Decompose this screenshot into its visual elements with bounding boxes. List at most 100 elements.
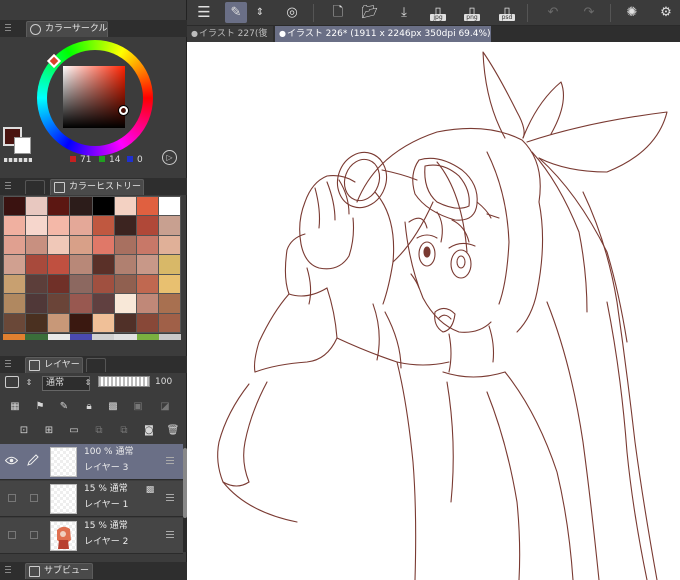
- history-swatch[interactable]: [114, 274, 136, 294]
- tab-color-history[interactable]: カラーヒストリー: [50, 179, 144, 195]
- saturation-value-square[interactable]: [63, 66, 125, 128]
- history-swatch[interactable]: [70, 313, 92, 332]
- history-strip-swatch[interactable]: [47, 334, 70, 340]
- create-mask-icon[interactable]: ◙: [142, 424, 156, 437]
- history-swatch[interactable]: [48, 274, 70, 294]
- edit-toggle[interactable]: [30, 531, 38, 539]
- new-folder-icon[interactable]: ▭: [67, 424, 81, 437]
- mask-enable-icon[interactable]: ▣: [131, 400, 145, 413]
- draft-layer-icon[interactable]: ✎: [57, 400, 71, 413]
- export-png-icon[interactable]: ▯ png: [461, 2, 483, 23]
- history-swatch[interactable]: [48, 216, 70, 235]
- layer-move-icon[interactable]: ✎: [225, 2, 247, 23]
- history-swatch[interactable]: [158, 313, 180, 332]
- history-swatch[interactable]: [136, 197, 158, 216]
- eye-icon[interactable]: [5, 456, 18, 465]
- history-swatch[interactable]: [26, 216, 48, 235]
- history-swatch[interactable]: [26, 274, 48, 294]
- panel-grip-icon[interactable]: [5, 566, 11, 575]
- opacity-value[interactable]: 100: [155, 376, 180, 389]
- tab-layer-property[interactable]: [86, 358, 106, 372]
- history-swatch[interactable]: [48, 294, 70, 313]
- history-swatch[interactable]: [114, 255, 136, 274]
- history-swatch[interactable]: [70, 197, 92, 216]
- drawing-canvas[interactable]: [187, 42, 680, 580]
- lock-layer-icon[interactable]: 🔒︎: [82, 400, 96, 413]
- history-strip-swatch[interactable]: [158, 334, 181, 340]
- history-swatch[interactable]: [4, 255, 26, 274]
- pen-icon[interactable]: [26, 454, 39, 467]
- menu-icon[interactable]: ☰: [193, 2, 215, 23]
- history-swatch[interactable]: [26, 313, 48, 332]
- drag-handle-icon[interactable]: [166, 494, 174, 501]
- new-canvas-icon[interactable]: 🗋︎: [327, 2, 349, 23]
- history-swatch[interactable]: [70, 216, 92, 235]
- close-tab-icon[interactable]: ●: [191, 26, 198, 42]
- undo-icon[interactable]: ↶: [542, 2, 564, 23]
- tab-color-set[interactable]: [25, 180, 45, 194]
- clip-layer-icon[interactable]: ▦: [8, 400, 22, 413]
- blend-stepper-icon[interactable]: ⇕: [81, 376, 95, 389]
- history-swatch[interactable]: [136, 235, 158, 255]
- history-swatch[interactable]: [136, 313, 158, 332]
- history-swatch[interactable]: [114, 197, 136, 216]
- layer-row[interactable]: 100 % 通常 レイヤー 3: [0, 444, 183, 480]
- tab-color-circle[interactable]: カラーサークル: [26, 21, 108, 37]
- history-swatch[interactable]: [158, 274, 180, 294]
- drag-handle-icon[interactable]: [166, 531, 174, 538]
- history-swatch[interactable]: [158, 294, 180, 313]
- history-swatch[interactable]: [4, 294, 26, 313]
- history-swatch[interactable]: [70, 274, 92, 294]
- history-swatch[interactable]: [26, 294, 48, 313]
- history-swatch[interactable]: [26, 197, 48, 216]
- delete-layer-icon[interactable]: 🗑︎: [166, 424, 180, 437]
- history-swatch[interactable]: [158, 255, 180, 274]
- updown-icon[interactable]: ⇕: [253, 2, 267, 23]
- history-swatch[interactable]: [136, 294, 158, 313]
- history-swatch[interactable]: [4, 216, 26, 235]
- history-swatch[interactable]: [70, 255, 92, 274]
- history-swatch[interactable]: [114, 235, 136, 255]
- history-swatch[interactable]: [92, 216, 114, 235]
- layer-row[interactable]: 15 % 通常 レイヤー 2: [0, 518, 183, 554]
- drag-handle-icon[interactable]: [166, 457, 174, 464]
- history-swatch[interactable]: [136, 274, 158, 294]
- settings-icon[interactable]: ⚙: [655, 2, 677, 23]
- sv-marker[interactable]: [119, 106, 128, 115]
- history-swatch[interactable]: [70, 235, 92, 255]
- loading-icon[interactable]: ✺: [621, 2, 643, 23]
- history-swatch[interactable]: [26, 235, 48, 255]
- history-swatch[interactable]: [48, 313, 70, 332]
- opacity-slider[interactable]: [98, 376, 150, 387]
- lock-transparency-icon[interactable]: ▩: [106, 400, 120, 413]
- history-swatch[interactable]: [4, 235, 26, 255]
- new-vector-layer-icon[interactable]: ⊞: [42, 424, 56, 437]
- blend-mode-icon[interactable]: [5, 376, 19, 388]
- history-swatch[interactable]: [158, 197, 180, 216]
- doc-tab-active[interactable]: ● イラスト 226* (1911 x 2246px 350dpi 69.4%): [275, 26, 491, 42]
- history-strip-swatch[interactable]: [25, 334, 48, 340]
- history-strip-swatch[interactable]: [3, 334, 26, 340]
- rotate-icon[interactable]: ◎: [281, 2, 303, 23]
- history-swatch[interactable]: [136, 255, 158, 274]
- history-swatch[interactable]: [4, 197, 26, 216]
- export-psd-icon[interactable]: ▯ psd: [496, 2, 518, 23]
- history-swatch[interactable]: [48, 197, 70, 216]
- save-icon[interactable]: ⤓: [393, 2, 415, 23]
- doc-tab-inactive[interactable]: ● イラスト 227(復: [187, 26, 273, 42]
- history-swatch[interactable]: [114, 216, 136, 235]
- visibility-toggle[interactable]: [8, 494, 16, 502]
- history-swatch[interactable]: [92, 294, 114, 313]
- history-swatch[interactable]: [92, 313, 114, 332]
- redo-icon[interactable]: ↷: [578, 2, 600, 23]
- history-strip-swatch[interactable]: [69, 334, 92, 340]
- history-swatch[interactable]: [136, 216, 158, 235]
- new-raster-layer-icon[interactable]: ⊡: [17, 424, 31, 437]
- history-strip-swatch[interactable]: [114, 334, 137, 340]
- layer-row[interactable]: 15 % 通常 レイヤー 1 ▩: [0, 481, 183, 517]
- transparent-color-swatch[interactable]: [4, 158, 32, 162]
- history-swatch[interactable]: [48, 235, 70, 255]
- tab-layer[interactable]: レイヤー: [25, 357, 83, 373]
- close-tab-icon[interactable]: ●: [279, 26, 286, 42]
- history-strip-swatch[interactable]: [136, 334, 159, 340]
